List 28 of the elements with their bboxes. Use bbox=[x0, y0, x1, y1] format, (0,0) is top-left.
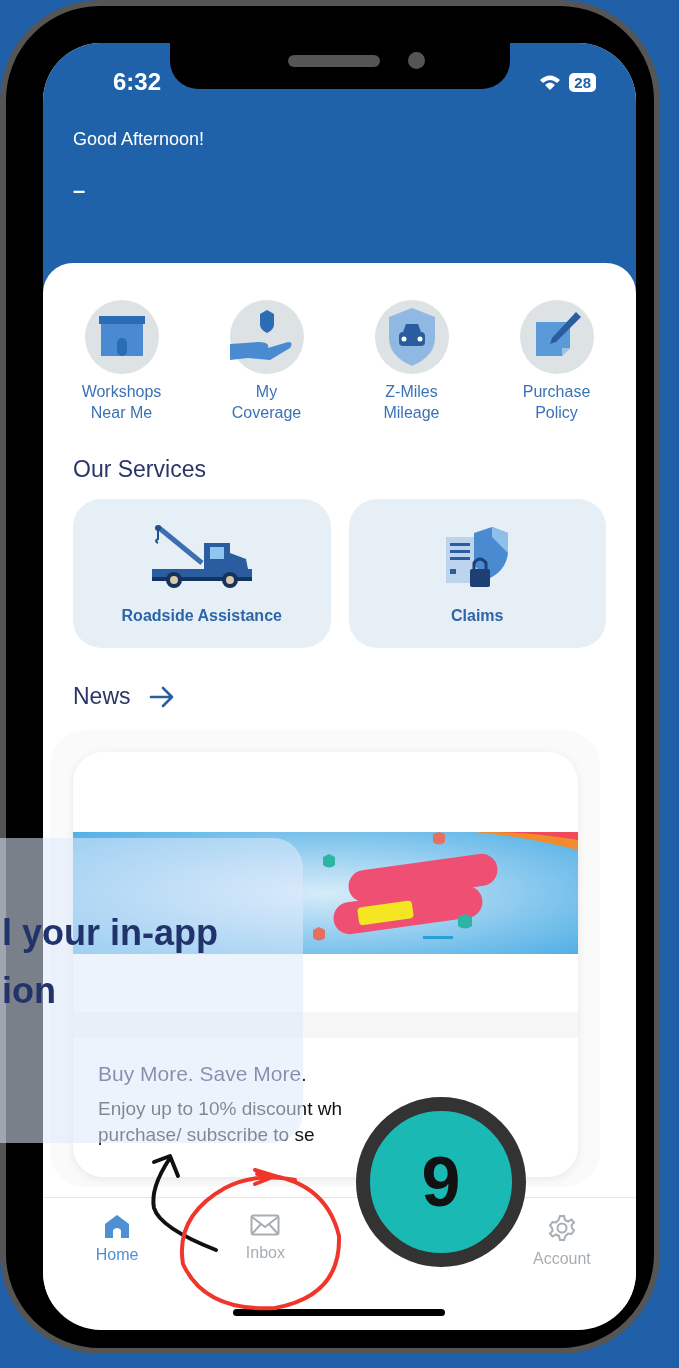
quick-action-label[interactable]: Purchase Policy bbox=[522, 381, 591, 423]
quick-action-label[interactable]: Z-Miles Mileage bbox=[383, 381, 440, 423]
user-name: – bbox=[73, 178, 87, 204]
service-label: Roadside Assistance bbox=[121, 607, 282, 625]
section-title: Our Services bbox=[73, 456, 207, 483]
service-card[interactable]: Roadside Assistance bbox=[73, 499, 331, 648]
battery-icon: 28 bbox=[569, 72, 596, 92]
service-label: Claims bbox=[451, 607, 504, 625]
service-card[interactable]: Claims bbox=[348, 499, 606, 648]
settings-icon bbox=[547, 1214, 576, 1242]
coverage-icon[interactable] bbox=[229, 300, 304, 374]
status-time: 6:32 bbox=[113, 68, 162, 96]
wifi-icon bbox=[539, 74, 562, 90]
quick-action-label[interactable]: My Coverage bbox=[231, 381, 302, 423]
quick-action-label[interactable]: Workshops Near Me bbox=[81, 381, 162, 423]
section-title: News bbox=[73, 683, 131, 710]
shop-icon[interactable] bbox=[84, 300, 159, 374]
car-icon[interactable] bbox=[374, 300, 449, 374]
home-icon bbox=[104, 1214, 131, 1238]
arrow-right-icon[interactable] bbox=[148, 685, 175, 708]
envelope-icon bbox=[250, 1214, 281, 1236]
news-title: Buy More. Save More. bbox=[98, 1062, 308, 1086]
document-shield-icon bbox=[444, 525, 511, 589]
greeting-text: Good Afternoon! bbox=[73, 129, 206, 150]
news-description: Enjoy up to 10% discount wh purchase/ subscribe to se bbox=[98, 1097, 343, 1147]
policy-icon[interactable] bbox=[519, 300, 594, 374]
tow-truck-icon bbox=[151, 525, 252, 589]
tab[interactable]: Home bbox=[95, 1214, 139, 1264]
